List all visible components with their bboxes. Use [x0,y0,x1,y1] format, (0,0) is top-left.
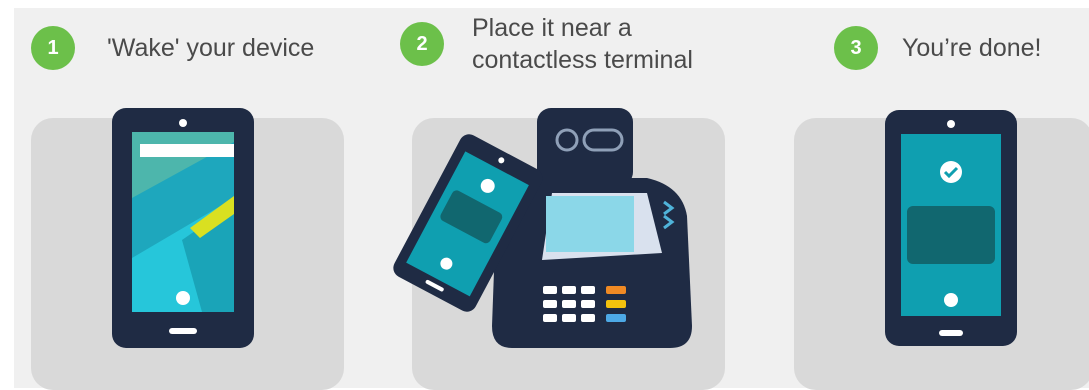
phone-payment-complete-checkmark-icon [885,110,1017,346]
step-3-title: You’re done! [902,34,1042,62]
phone-to-contactless-terminal-icon [393,108,692,348]
step-3-header: 3 You’re done! [834,26,1041,70]
step-1-badge: 1 [31,26,75,70]
step-2-badge: 2 [400,22,444,66]
step-2-title: Place it near a contactless terminal [472,14,693,74]
step-2-header: 2 Place it near a contactless terminal [400,12,722,76]
step-3-badge: 3 [834,26,878,70]
step-1-title: 'Wake' your device [107,34,315,62]
step-1-header: 1 'Wake' your device [31,26,314,70]
phone-wake-screen-icon [112,108,254,348]
